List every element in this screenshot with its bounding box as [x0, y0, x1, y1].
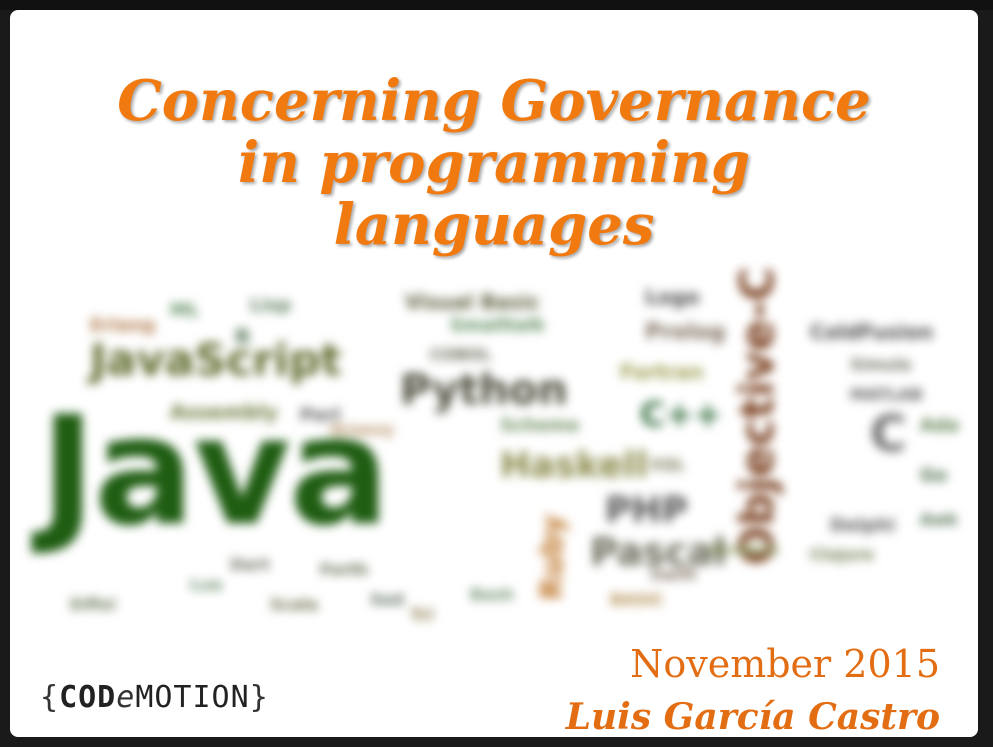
cloud-word-ruby: Ruby	[535, 514, 570, 601]
cloud-word-sql: SQL	[650, 455, 686, 474]
cloud-word-eiffel: Eiffel	[70, 595, 116, 614]
cloud-word-groovy: Groovy	[330, 420, 394, 439]
cloud-word-ml: ML	[170, 300, 200, 321]
logo-close-brace: }	[249, 680, 269, 715]
logo-cod: COD	[59, 680, 117, 715]
cloud-word-matlab: MATLAB	[850, 385, 923, 404]
cloud-word-prolog: Prolog	[645, 320, 726, 345]
cloud-word-forth: Forth	[320, 560, 369, 579]
cloud-word-erlang: Erlang	[90, 315, 156, 336]
cloud-word-javascript: JavaScript	[90, 335, 342, 386]
cloud-word-haskell: Haskell	[500, 445, 648, 486]
cloud-word-scala: Scala	[270, 595, 319, 614]
cloud-word-php: PHP	[605, 490, 688, 531]
logo-open-brace: {	[40, 680, 60, 715]
cloud-word-cpp: C++	[640, 395, 722, 435]
logo-motion: MOTION	[135, 680, 250, 715]
cloud-word-swift: Swift	[650, 565, 697, 584]
cloud-word-objc: Objective-C	[730, 266, 784, 565]
top-bar	[0, 0, 993, 10]
cloud-word-basic: BASIC	[610, 590, 664, 609]
cloud-word-awk: Awk	[920, 510, 958, 529]
cloud-word-c: C	[870, 405, 907, 463]
cloud-word-sed: Sed	[370, 590, 404, 609]
title-line-3: languages	[333, 192, 655, 258]
cloud-word-lisp: Lisp	[250, 295, 292, 316]
logo-e: e	[116, 680, 136, 715]
title-line-2: in programming	[237, 130, 751, 196]
presentation-date: November 2015	[630, 642, 940, 686]
cloud-word-tcl: Tcl	[410, 605, 434, 624]
cloud-word-simula: Simula	[850, 355, 912, 374]
presentation-author: Luis García Castro	[565, 696, 940, 737]
cloud-word-scratch: Scratch	[710, 540, 779, 559]
cloud-word-fortran: Fortran	[620, 360, 704, 384]
slide: Java JavaScript Python C++ Haskell PHP P…	[10, 10, 978, 737]
cloud-word-assembly: Assembly	[170, 400, 278, 424]
slide-title: Concerning Governance in programming lan…	[10, 70, 978, 256]
cloud-word-visualbasic: Visual Basic	[405, 290, 540, 314]
cloud-word-scheme: Scheme	[500, 415, 580, 436]
cloud-word-coldfusion: ColdFusion	[810, 320, 934, 344]
cloud-word-bash: Bash	[470, 585, 514, 604]
word-cloud-image: Java JavaScript Python C++ Haskell PHP P…	[30, 265, 970, 650]
cloud-word-ada: Ada	[920, 415, 959, 436]
cloud-word-delphi: Delphi	[830, 515, 896, 536]
codemotion-logo: {CODeMOTION}	[40, 680, 269, 715]
title-line-1: Concerning Governance	[117, 68, 871, 134]
cloud-word-logo: Logo	[645, 285, 700, 309]
cloud-word-go: Go	[920, 465, 948, 486]
cloud-word-cobol: COBOL	[430, 345, 492, 364]
cloud-word-smalltalk: Smalltalk	[450, 315, 546, 336]
cloud-word-lua: Lua	[190, 575, 223, 594]
cloud-word-python: Python	[400, 365, 568, 414]
cloud-word-r: R	[235, 325, 251, 349]
cloud-word-dart: Dart	[230, 555, 270, 574]
cloud-word-clojure: Clojure	[810, 545, 874, 564]
